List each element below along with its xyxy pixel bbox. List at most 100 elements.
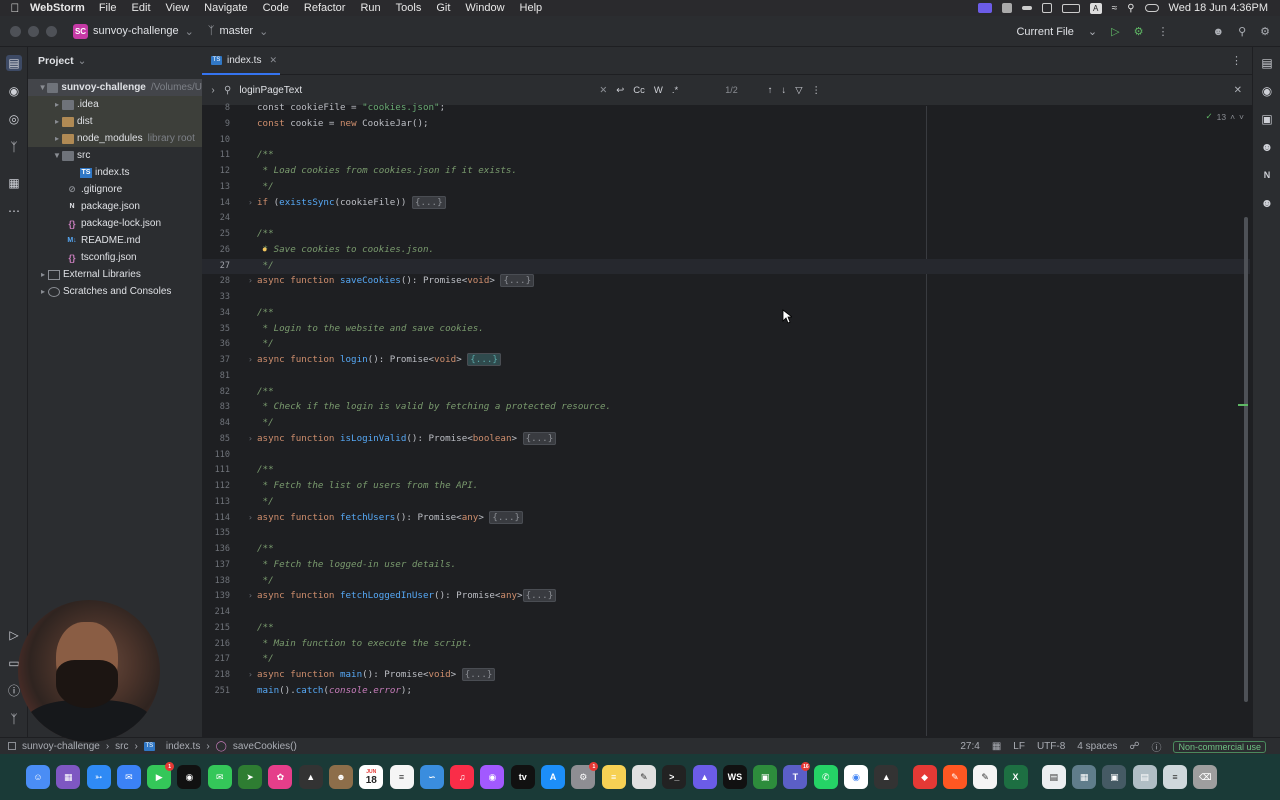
code-line[interactable]: */ [257,260,274,271]
input-source-icon[interactable]: A [1089,2,1102,14]
line-number[interactable]: 139 [202,591,230,601]
line-number[interactable]: 81 [202,371,230,381]
menu-file[interactable]: File [99,2,117,14]
contacts-icon[interactable]: ☻ [328,765,353,789]
folded-region[interactable]: {...} [461,668,496,681]
tree-item-package-json[interactable]: N package.json [28,198,202,215]
fold-toggle-icon[interactable]: › [248,276,253,285]
search-icon[interactable]: ⚲ [1238,25,1246,38]
apple-tv-icon[interactable]: tv [510,765,535,789]
code-line[interactable]: async function isLoginValid(): Promise<b… [257,431,557,445]
words-toggle[interactable]: W [654,85,663,96]
tree-item-readme[interactable]: M↓ README.md [28,232,202,249]
reminders-icon[interactable]: ≡ [389,765,414,789]
code-line[interactable]: * Main function to execute the script. [257,638,473,649]
project-switcher[interactable]: sunvoy-challenge [93,25,179,37]
line-number[interactable]: 24 [202,213,230,223]
line-number[interactable]: 85 [202,434,230,444]
line-number[interactable]: 137 [202,560,230,570]
system-settings-icon[interactable]: ⚙ 1 [571,762,599,789]
file-encoding[interactable]: UTF-8 [1037,741,1065,752]
photos-icon[interactable]: ✿ [268,765,293,789]
notifications-status-icon[interactable]: ⓘ [1151,739,1161,754]
pull-requests-tool-icon[interactable]: ᛉ [6,139,22,155]
folded-region[interactable]: {...} [489,510,524,524]
menubar-clock[interactable]: Wed 18 Jun 4:36PM [1169,2,1268,14]
breadcrumb-file[interactable]: index.ts [166,741,200,752]
line-number[interactable]: 9 [202,119,230,129]
breadcrumb-project[interactable]: sunvoy-challenge [22,741,100,752]
breadcrumb-src[interactable]: src [115,741,128,752]
inspection-widget[interactable]: ✓ 13 ˄ ˅ [1205,111,1244,122]
tree-item-dist[interactable]: ▸ dist [28,113,202,130]
next-occurrence-icon[interactable]: ↓ [781,85,786,96]
line-number[interactable]: 25 [202,229,230,239]
code-line[interactable]: * Load cookies from cookies.json if it e… [257,165,517,176]
spotlight-icon[interactable]: ⚲ [1127,3,1134,14]
status-extension-icon[interactable] [1001,3,1012,13]
filter-icon[interactable]: ▽ [795,85,802,96]
code-line[interactable]: if (existsSync(cookieFile)) {...} [257,195,446,209]
chevron-right-icon[interactable]: › [202,85,224,96]
line-number[interactable]: 217 [202,654,230,664]
close-tab-icon[interactable]: ✕ [269,55,277,66]
tree-item-gitignore[interactable]: ⊘ .gitignore [28,181,202,198]
line-number[interactable]: 82 [202,387,230,397]
chevron-down-icon[interactable]: ⌄ [78,55,87,67]
menu-refactor[interactable]: Refactor [304,2,346,14]
structure-tool-icon[interactable]: ▦ [6,175,22,191]
calendar-icon[interactable]: JUN 18 [359,765,384,789]
ai-assistant-icon[interactable]: ◉ [1259,83,1275,99]
tree-item-root[interactable]: ▼ sunvoy-challenge /Volumes/U [28,79,202,96]
line-number[interactable]: 8 [202,103,230,113]
tab-size-icon[interactable]: ▦ [992,741,1001,752]
editor-scrollbar[interactable] [1244,217,1248,702]
code-line[interactable]: /** [257,149,274,160]
run-icon[interactable]: ▷ [1111,25,1119,38]
line-number[interactable]: 11 [202,150,230,160]
code-line[interactable]: async function main(): Promise<void> {..… [257,668,496,681]
folded-region[interactable]: {...} [411,195,446,209]
more-options-icon[interactable]: ⋮ [812,85,822,96]
line-number[interactable]: 14 [202,198,230,208]
chevron-right-icon[interactable]: ▸ [52,134,62,143]
chevron-down-icon[interactable]: ⌄ [1088,25,1097,38]
clear-search-icon[interactable]: ✕ [599,85,607,96]
lightbulb-icon[interactable]: ● [262,244,267,254]
line-number[interactable]: 215 [202,623,230,633]
code-line[interactable]: async function fetchLoggedInUser(): Prom… [257,589,557,603]
tree-item-node-modules[interactable]: ▸ node_modules library root [28,130,202,147]
line-number[interactable]: 114 [202,513,230,523]
fold-toggle-icon[interactable]: › [248,355,253,364]
excel-icon[interactable]: X [1003,765,1028,789]
facetime-icon[interactable]: ▶ 1 [147,762,175,789]
more-tabs-icon[interactable]: ⋮ [1231,54,1242,67]
chevron-up-icon[interactable]: ˄ [1230,112,1235,122]
fold-toggle-icon[interactable]: › [248,513,253,522]
elephant-app-icon[interactable]: ▲ [874,765,899,789]
project-tool-icon[interactable]: ▤ [6,55,22,71]
line-number[interactable]: 135 [202,528,230,538]
code-with-me-icon[interactable]: ☻ [1259,195,1275,211]
postman-icon[interactable]: ✎ [942,765,967,789]
line-number[interactable]: 251 [202,686,230,696]
menu-edit[interactable]: Edit [132,2,151,14]
code-line[interactable]: */ [257,575,274,586]
menu-tools[interactable]: Tools [396,2,422,14]
github-icon[interactable]: ◉ [177,765,202,789]
menu-window[interactable]: Window [465,2,504,14]
line-number[interactable]: 36 [202,339,230,349]
find-input[interactable] [239,84,600,96]
battery-icon[interactable] [1061,3,1080,13]
pen-icon[interactable] [1021,6,1032,10]
folder-stack-icon[interactable]: ▤ [1132,765,1157,789]
cursor-app-icon[interactable]: ▲ [298,765,323,789]
line-number[interactable]: 216 [202,639,230,649]
menu-navigate[interactable]: Navigate [204,2,247,14]
network-icon[interactable] [1041,3,1052,13]
files-stack-icon[interactable]: ≡ [1162,765,1187,789]
code-line[interactable]: * Check if the login is valid by fetchin… [257,401,611,412]
debug-icon[interactable]: ⚙ [1134,25,1144,38]
downloads-stack-icon[interactable]: ▦ [1072,765,1097,789]
app-store-icon[interactable]: A [541,765,566,789]
